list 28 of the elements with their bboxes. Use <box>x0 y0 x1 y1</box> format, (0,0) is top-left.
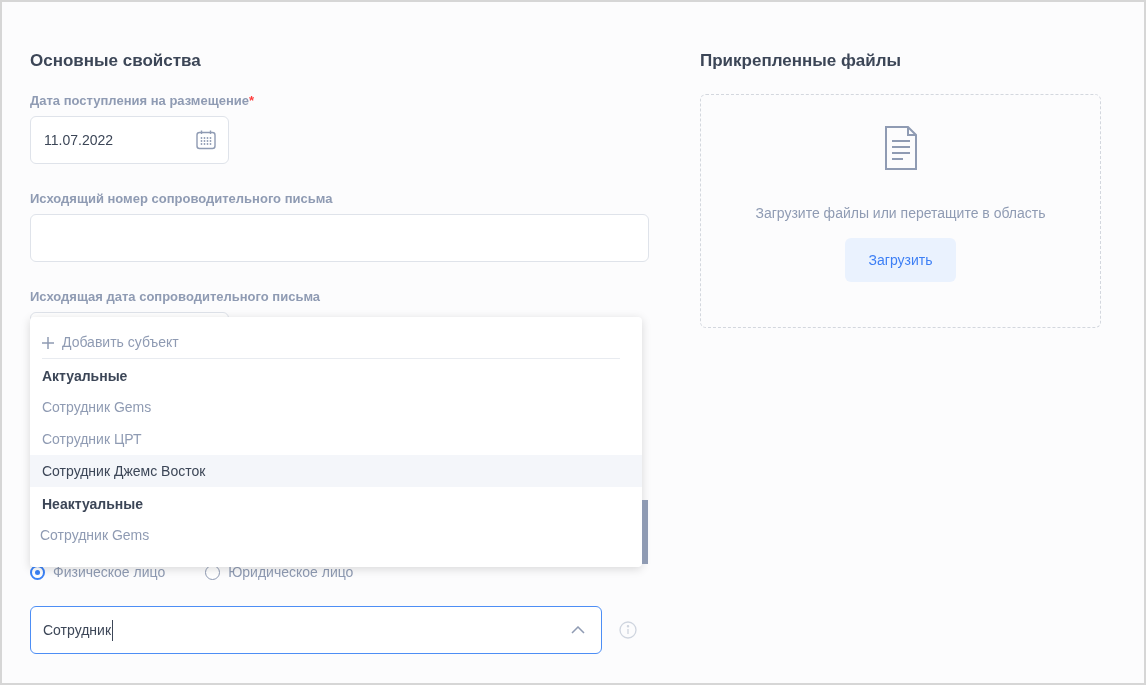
add-subject-link[interactable]: Добавить субъект <box>62 332 179 353</box>
plus-icon[interactable] <box>42 336 54 349</box>
dropdown-option[interactable]: Сотрудник Gems <box>30 519 642 551</box>
field-label: Исходящая дата сопроводительного письма <box>30 288 322 306</box>
field-label: Исходящий номер сопроводительного письма <box>30 190 334 208</box>
caret-icon[interactable] <box>571 626 585 634</box>
radio-label: Юридическое лицо <box>228 562 354 582</box>
section-title: Прикрепленные файлы <box>700 50 903 72</box>
dropdown-option[interactable]: Сотрудник ЦРТ <box>30 423 642 455</box>
input-field[interactable] <box>30 214 649 262</box>
section-title: Основные свойства <box>30 50 202 72</box>
document-icon <box>883 125 918 171</box>
date-field[interactable]: 11.07.2022 <box>30 116 229 164</box>
info-icon[interactable] <box>619 621 637 639</box>
select-value: Сотрудник <box>43 619 113 641</box>
date-value: 11.07.2022 <box>44 130 114 150</box>
upload-hint: Загрузите файлы или перетащите в область <box>755 204 1046 223</box>
upload-button[interactable]: Загрузить <box>845 238 956 282</box>
dropdown-option[interactable]: Сотрудник Джемс Восток <box>30 455 642 487</box>
calendar-icon[interactable] <box>195 129 217 151</box>
scrollbar-thumb[interactable] <box>642 500 648 564</box>
group-heading: Неактуальные <box>41 495 144 514</box>
radio-label: Физическое лицо <box>53 562 166 582</box>
upload-area[interactable]: Загрузите файлы или перетащите в область Загрузить <box>700 94 1101 328</box>
dropdown-option[interactable]: Сотрудник Gems <box>30 391 642 423</box>
subject-select[interactable]: Сотрудник <box>30 606 602 654</box>
group-heading: Актуальные <box>41 367 129 386</box>
field-label: Дата поступления на размещение* <box>30 92 256 110</box>
